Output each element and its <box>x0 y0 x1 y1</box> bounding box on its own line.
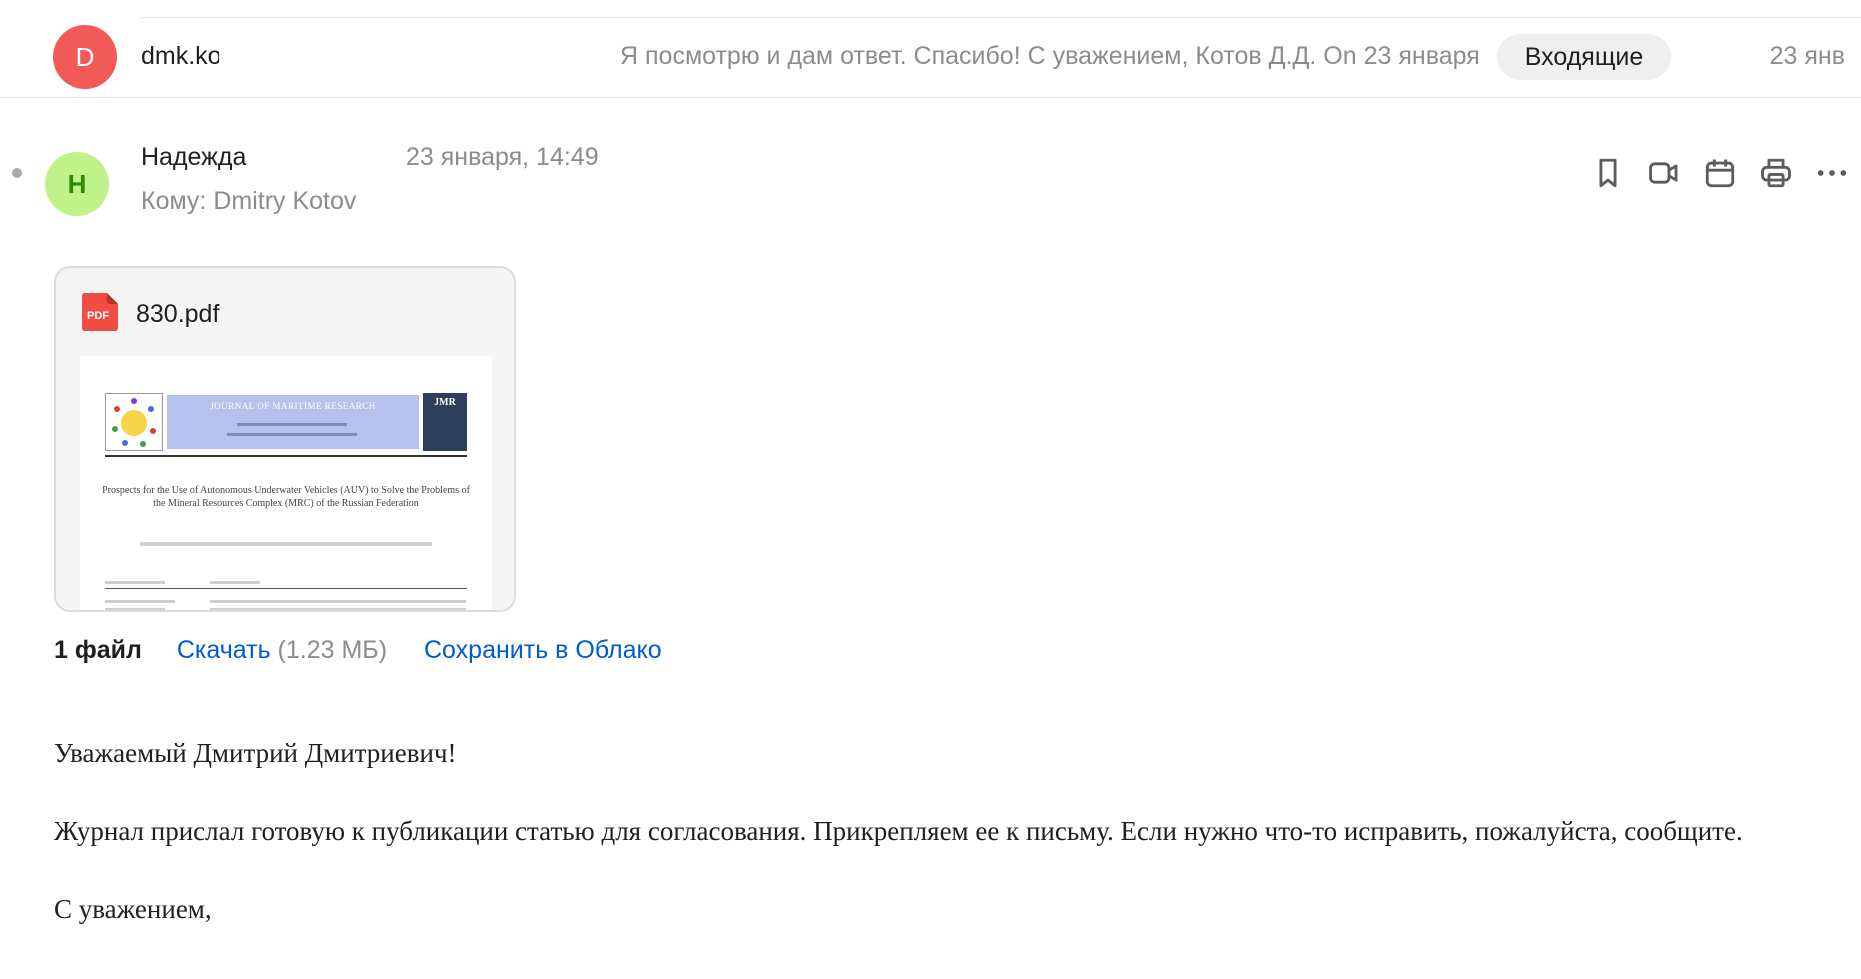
more-icon <box>1817 170 1847 176</box>
video-call-icon <box>1649 162 1678 184</box>
thread-date: 23 янв <box>1769 42 1845 70</box>
body-greeting: Уважаемый Дмитрий Дмитриевич! <box>54 738 457 768</box>
divider <box>140 17 1861 18</box>
body-closing: С уважением, <box>54 894 212 924</box>
preview-divider <box>105 455 467 457</box>
message-body: Уважаемый Дмитрий Дмитриевич! Журнал при… <box>54 734 1834 968</box>
print-icon <box>1761 158 1791 188</box>
journal-banner: JOURNAL OF MARITIME RESEARCH JMR <box>105 393 467 451</box>
more-button[interactable] <box>1813 154 1851 192</box>
bookmark-button[interactable] <box>1589 154 1627 192</box>
preview-text-line <box>105 600 175 603</box>
preview-text-line <box>227 433 357 436</box>
unread-indicator[interactable] <box>12 168 22 178</box>
message-date: 23 января, 14:49 <box>406 143 599 171</box>
file-type-label: PDF <box>87 310 109 322</box>
preview-text-line <box>210 600 466 603</box>
video-call-button[interactable] <box>1645 154 1683 192</box>
recipient-line: Кому: Dmitry Kotov <box>141 187 357 215</box>
calendar-icon <box>1705 159 1735 188</box>
attachment-card[interactable]: PDF 830.pdf JOURNAL OF MARITIME RESEARCH <box>54 266 516 612</box>
avatar: D <box>53 25 117 89</box>
body-paragraph: Журнал прислал готовую к публикации стат… <box>54 816 1743 846</box>
journal-logo <box>105 393 163 451</box>
attachment-preview[interactable]: JOURNAL OF MARITIME RESEARCH JMR Prospec… <box>80 356 492 610</box>
preview-text-line <box>237 423 347 426</box>
attachment-size: (1.23 МБ) <box>277 636 388 664</box>
journal-title-box: JOURNAL OF MARITIME RESEARCH <box>167 395 419 449</box>
bookmark-icon <box>1599 158 1617 188</box>
preview-divider <box>105 588 467 589</box>
sender-name[interactable]: Надежда <box>141 143 246 172</box>
avatar-letter: D <box>75 41 95 72</box>
save-to-cloud-link[interactable]: Сохранить в Облако <box>424 636 662 664</box>
attachment-actions: 1 файл Скачать (1.23 МБ) Сохранить в Обл… <box>54 636 662 665</box>
sender-avatar: Н <box>45 152 109 216</box>
thread-snippet: Я посмотрю и дам ответ. Спасибо! С уваже… <box>620 42 1480 70</box>
avatar-letter: Н <box>67 168 87 199</box>
message-toolbar <box>1589 154 1851 192</box>
calendar-button[interactable] <box>1701 154 1739 192</box>
attachment-count: 1 файл <box>54 636 142 664</box>
thread-sender: dmk.kotov <box>141 42 219 70</box>
preview-text-line <box>210 581 260 584</box>
folder-badge[interactable]: Входящие <box>1497 34 1671 80</box>
journal-abbr: JMR <box>434 397 456 408</box>
preview-text-line <box>210 608 466 610</box>
download-link[interactable]: Скачать <box>177 636 271 664</box>
divider <box>0 97 1861 98</box>
thread-row-collapsed[interactable]: D dmk.kotov Я посмотрю и дам ответ. Спас… <box>0 0 1861 98</box>
pdf-file-icon: PDF <box>80 292 120 332</box>
print-button[interactable] <box>1757 154 1795 192</box>
preview-text-line <box>105 581 165 584</box>
journal-title: JOURNAL OF MARITIME RESEARCH <box>210 401 376 411</box>
article-title: Prospects for the Use of Autonomous Unde… <box>102 485 470 509</box>
preview-author-line <box>140 542 432 546</box>
preview-text-line <box>105 608 165 610</box>
journal-badge: JMR <box>423 393 467 451</box>
attachment-file-name: 830.pdf <box>136 300 220 328</box>
